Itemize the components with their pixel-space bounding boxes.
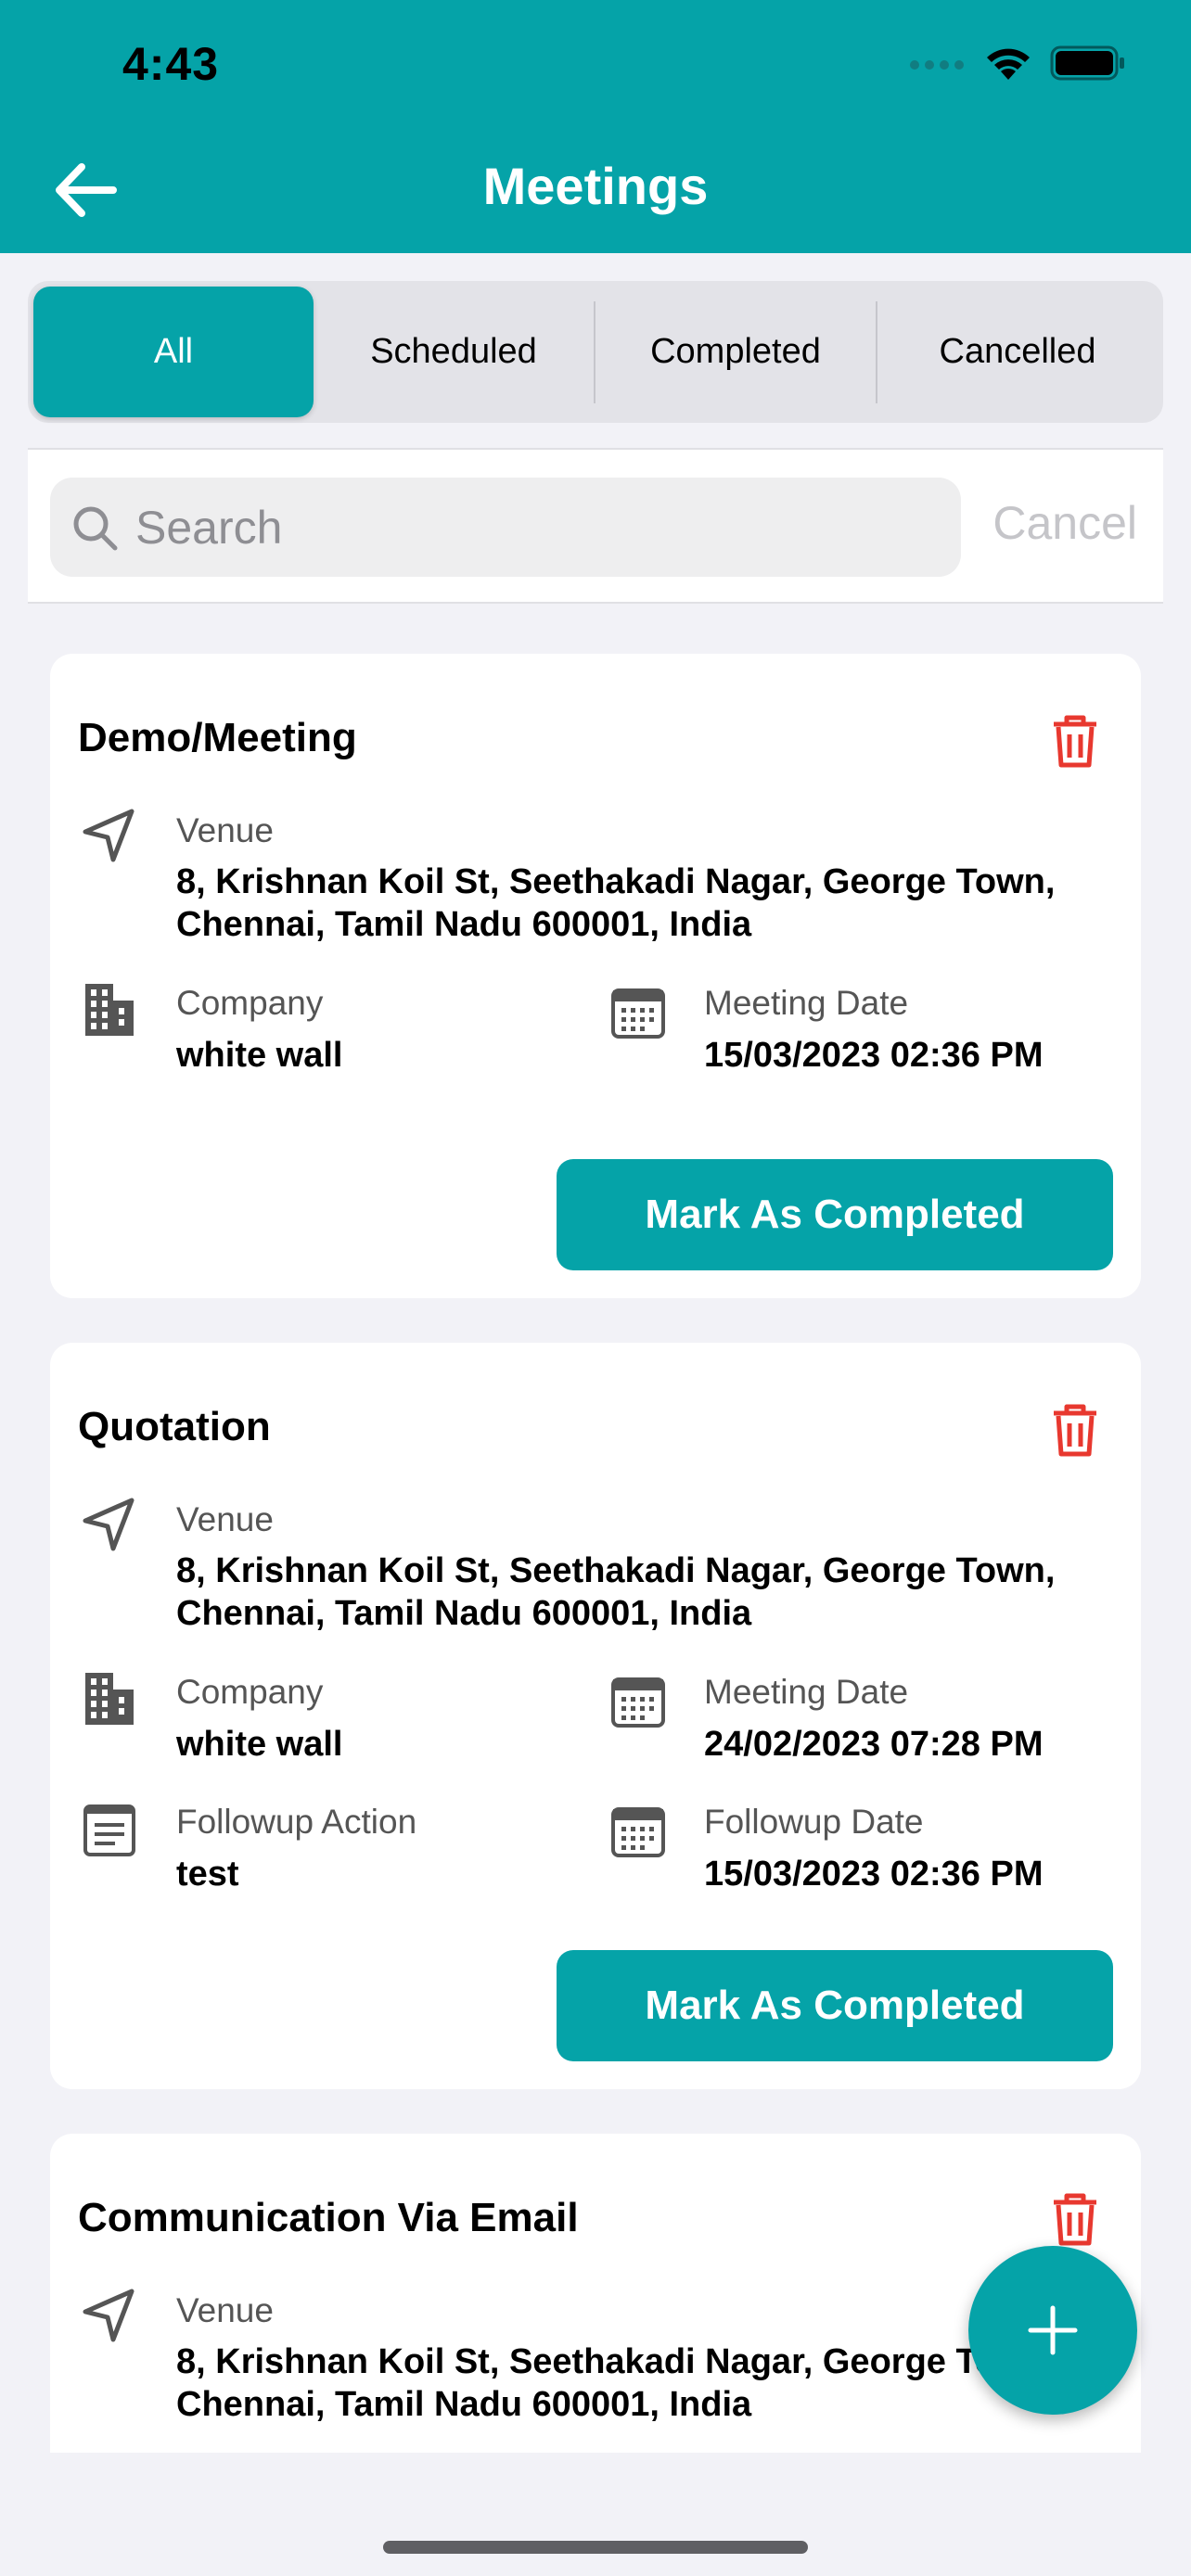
venue-label: Venue: [176, 811, 274, 849]
meeting-date-label: Meeting Date: [704, 984, 909, 1022]
mark-as-completed-button[interactable]: Mark As Completed: [557, 1159, 1113, 1270]
venue-value-line1: 8, Krishnan Koil St, Seethakadi Nagar, G…: [176, 1551, 1056, 1590]
meeting-date-value: 24/02/2023 07:28 PM: [704, 1725, 1044, 1764]
meeting-title: Communication Via Email: [78, 2195, 579, 2240]
meeting-title: Quotation: [78, 1404, 271, 1449]
home-indicator: [383, 2541, 808, 2554]
trash-icon[interactable]: [1050, 1402, 1100, 1458]
navigation-arrow-icon: [83, 809, 134, 862]
building-icon: [85, 984, 134, 1036]
venue-label: Venue: [176, 1500, 274, 1538]
status-icons: [907, 45, 1126, 82]
status-filter-tabs: All Scheduled Completed Cancelled: [28, 281, 1163, 423]
bottom-safe-area: [0, 2453, 1191, 2576]
venue-label: Venue: [176, 2291, 274, 2329]
plus-icon: [1028, 2305, 1078, 2355]
signal-icon: [910, 60, 964, 70]
followup-action-label: Followup Action: [176, 1803, 417, 1841]
calendar-icon: [611, 988, 665, 1039]
document-icon: [83, 1804, 135, 1856]
meeting-card[interactable]: Demo/Meeting Venue 8, Krishnan Koil St, …: [50, 654, 1141, 1298]
tab-scheduled[interactable]: Scheduled: [314, 287, 594, 417]
tab-all[interactable]: All: [33, 287, 314, 417]
navigation-arrow-icon: [83, 1498, 134, 1551]
company-value: white wall: [176, 1725, 343, 1764]
search-icon: [73, 506, 118, 550]
add-meeting-button[interactable]: [968, 2246, 1137, 2415]
meeting-date-value: 15/03/2023 02:36 PM: [704, 1036, 1044, 1075]
search-input[interactable]: [135, 500, 933, 555]
company-label: Company: [176, 1673, 324, 1711]
search-bar: Cancel: [28, 448, 1163, 604]
company-value: white wall: [176, 1036, 343, 1075]
calendar-icon: [611, 1677, 665, 1728]
meeting-title: Demo/Meeting: [78, 715, 357, 760]
navigation-arrow-icon: [83, 2289, 134, 2342]
meeting-date-label: Meeting Date: [704, 1673, 909, 1711]
venue-value-line2: Chennai, Tamil Nadu 600001, India: [176, 1594, 752, 1633]
venue-value-line2: Chennai, Tamil Nadu 600001, India: [176, 2385, 752, 2424]
mark-as-completed-button[interactable]: Mark As Completed: [557, 1950, 1113, 2061]
company-label: Company: [176, 984, 324, 1022]
app-header: 4:43 Meetings: [0, 0, 1191, 253]
building-icon: [85, 1673, 134, 1725]
tab-completed[interactable]: Completed: [596, 287, 876, 417]
venue-value-line1: 8, Krishnan Koil St, Seethakadi Nagar, G…: [176, 862, 1056, 901]
page-title: Meetings: [482, 157, 709, 215]
meeting-card[interactable]: Quotation Venue 8, Krishnan Koil St, See…: [50, 1343, 1141, 2089]
search-field[interactable]: [50, 478, 961, 577]
followup-action-value: test: [176, 1855, 239, 1894]
search-cancel-button[interactable]: Cancel: [992, 496, 1137, 550]
followup-date-value: 15/03/2023 02:36 PM: [704, 1855, 1044, 1894]
followup-date-label: Followup Date: [704, 1803, 924, 1841]
trash-icon[interactable]: [1050, 713, 1100, 769]
venue-value-line1: 8, Krishnan Koil St, Seethakadi Nagar, G…: [176, 2342, 997, 2381]
tab-cancelled[interactable]: Cancelled: [877, 287, 1158, 417]
status-time: 4:43: [122, 38, 220, 90]
battery-icon: [1050, 45, 1124, 81]
calendar-icon: [611, 1807, 665, 1857]
wifi-icon: [987, 48, 1030, 80]
trash-icon[interactable]: [1050, 2191, 1100, 2247]
venue-value-line2: Chennai, Tamil Nadu 600001, India: [176, 905, 752, 944]
